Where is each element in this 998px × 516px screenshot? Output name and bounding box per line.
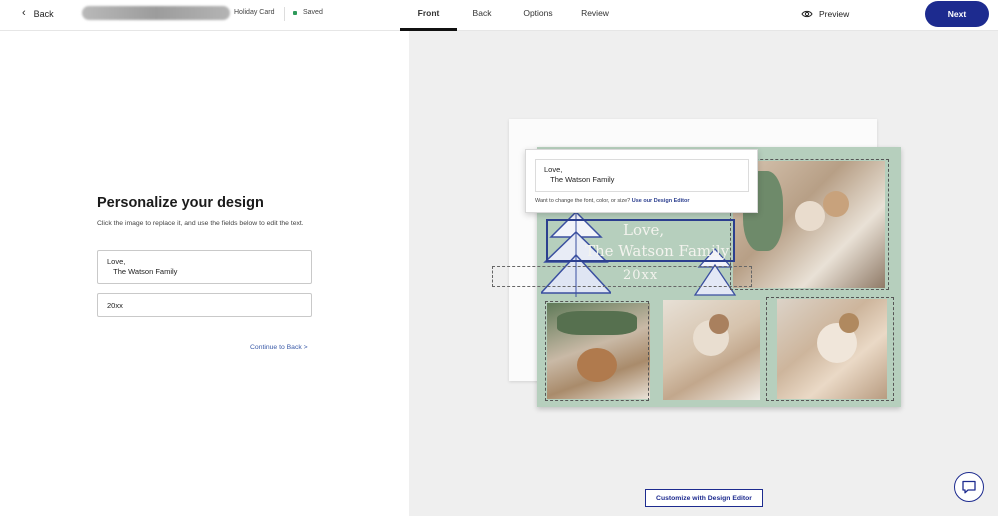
saved-status: Saved [293, 9, 323, 16]
next-button[interactable]: Next [925, 1, 989, 27]
left-panel: Personalize your design Click the image … [0, 31, 409, 516]
top-bar: ‹ Back Holiday Card Saved Front Back Opt… [0, 0, 998, 31]
chat-icon [962, 480, 976, 494]
card-greeting-line2: The Watson Family [585, 242, 730, 260]
chevron-left-icon: ‹ [22, 7, 26, 19]
card-greeting-line1: Love, [623, 221, 665, 239]
back-label: Back [33, 8, 54, 19]
greeting-text-field[interactable]: Love, The Watson Family [97, 250, 312, 284]
popup-text-field[interactable]: Love, The Watson Family [535, 159, 749, 192]
tab-options[interactable]: Options [507, 0, 569, 31]
product-name: Holiday Card [234, 9, 275, 16]
tab-front[interactable]: Front [400, 0, 457, 31]
customize-design-editor-button[interactable]: Customize with Design Editor [645, 489, 763, 507]
year-text-field[interactable]: 20xx [97, 293, 312, 317]
preview-button[interactable]: Preview [801, 9, 849, 19]
design-editor-link[interactable]: Use our Design Editor [632, 198, 690, 204]
step-tabs: Front Back Options Review [400, 0, 621, 31]
redacted-title [82, 6, 230, 20]
chat-button[interactable] [954, 472, 984, 502]
continue-to-back-link[interactable]: Continue to Back > [250, 344, 308, 351]
popup-hint: Want to change the font, color, or size?… [535, 198, 689, 204]
tab-review[interactable]: Review [569, 0, 621, 31]
popup-hint-text: Want to change the font, color, or size? [535, 198, 632, 204]
saved-label: Saved [303, 9, 323, 16]
page-title: Personalize your design [97, 195, 264, 211]
saved-dot-icon [293, 10, 297, 15]
photo-frame-1 [545, 301, 649, 401]
preview-panel: Love, The Watson Family 20xx Love, The W… [409, 31, 998, 516]
preview-label: Preview [819, 9, 850, 19]
year-text-frame [492, 266, 752, 287]
header-divider [284, 7, 285, 21]
family-photo-2[interactable] [663, 300, 760, 400]
page-subtitle: Click the image to replace it, and use t… [97, 220, 304, 227]
photo-frame-3 [766, 297, 894, 401]
text-edit-popup: Love, The Watson Family Want to change t… [525, 149, 758, 213]
back-button[interactable]: ‹ Back [22, 8, 54, 19]
tab-back[interactable]: Back [457, 0, 507, 31]
eye-icon [801, 10, 813, 18]
